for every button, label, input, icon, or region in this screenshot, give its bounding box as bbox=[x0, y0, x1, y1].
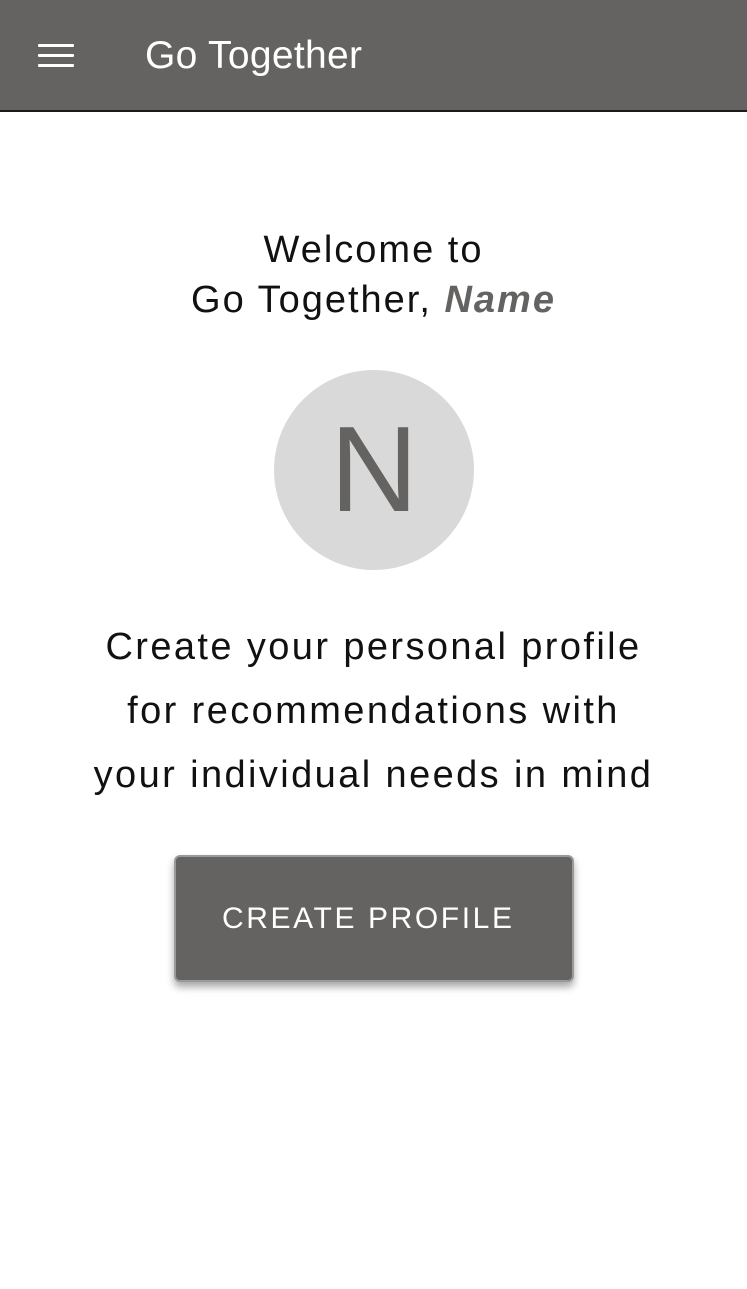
user-name: Name bbox=[444, 279, 556, 321]
welcome-line-1: Welcome to bbox=[263, 229, 484, 271]
promo-line: your individual needs in mind bbox=[93, 754, 654, 796]
profile-promo-text: Create your personal profile for recomme… bbox=[0, 615, 747, 807]
avatar-initial: N bbox=[329, 401, 419, 537]
welcome-heading: Welcome to Go Together, Name bbox=[0, 225, 747, 325]
promo-line: for recommendations with bbox=[127, 690, 620, 732]
hamburger-menu-icon[interactable] bbox=[26, 30, 86, 82]
welcome-line-2: Go Together, Name bbox=[0, 275, 747, 325]
welcome-app-name: Go Together, bbox=[191, 279, 445, 321]
app-title: Go Together bbox=[145, 34, 363, 77]
app-bar: Go Together bbox=[0, 0, 747, 112]
create-profile-button[interactable]: CREATE PROFILE bbox=[174, 855, 574, 982]
app-screen: Go Together Welcome to Go Together, Name… bbox=[0, 0, 747, 1289]
promo-line: Create your personal profile bbox=[105, 626, 642, 668]
avatar: N bbox=[274, 370, 474, 570]
